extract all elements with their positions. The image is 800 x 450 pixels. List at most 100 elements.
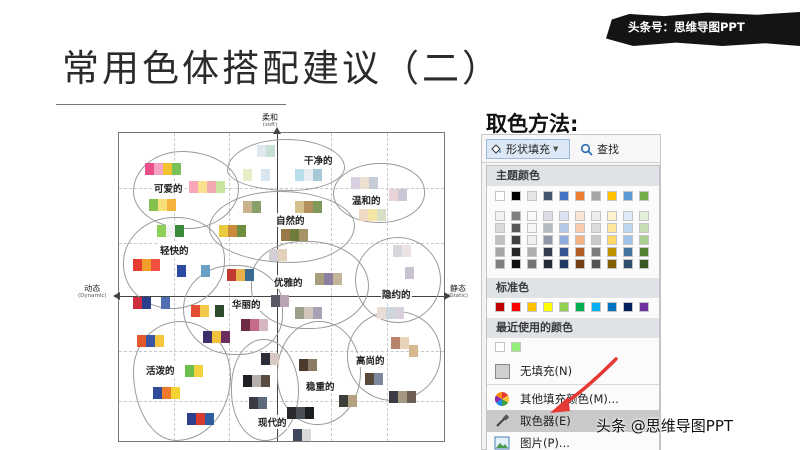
color-cell[interactable] (591, 247, 601, 257)
color-cell[interactable] (639, 247, 649, 257)
color-cell[interactable] (623, 259, 633, 269)
color-swatch (261, 169, 270, 181)
color-cell[interactable] (543, 223, 553, 233)
color-cell[interactable] (639, 302, 649, 312)
color-cell[interactable] (591, 235, 601, 245)
color-cell[interactable] (623, 211, 633, 221)
color-cell[interactable] (543, 191, 553, 201)
color-cell[interactable] (511, 247, 521, 257)
color-cell[interactable] (607, 211, 617, 221)
color-cell[interactable] (527, 223, 537, 233)
color-cell[interactable] (575, 191, 585, 201)
color-cell[interactable] (607, 235, 617, 245)
color-cell[interactable] (639, 191, 649, 201)
color-swatch (133, 259, 142, 271)
color-cell[interactable] (527, 302, 537, 312)
color-cell[interactable] (559, 247, 569, 257)
color-cell[interactable] (623, 235, 633, 245)
color-swatch (295, 307, 304, 319)
color-cell[interactable] (495, 247, 505, 257)
color-cell[interactable] (607, 191, 617, 201)
color-cell[interactable] (559, 191, 569, 201)
color-cell[interactable] (527, 211, 537, 221)
color-cell[interactable] (559, 302, 569, 312)
color-cell[interactable] (543, 302, 553, 312)
author-credit: 头条 @思维导图PPT (596, 417, 734, 435)
color-swatch (359, 209, 368, 221)
swatch-row (243, 169, 270, 181)
color-cell[interactable] (623, 191, 633, 201)
color-cell[interactable] (623, 247, 633, 257)
color-cell[interactable] (575, 302, 585, 312)
color-cell[interactable] (559, 259, 569, 269)
color-cell[interactable] (495, 223, 505, 233)
color-cell[interactable] (543, 247, 553, 257)
color-cell[interactable] (527, 191, 537, 201)
color-cell[interactable] (575, 259, 585, 269)
swatch-row (243, 375, 270, 387)
color-cell[interactable] (543, 211, 553, 221)
color-cell[interactable] (495, 259, 505, 269)
color-swatch (259, 319, 268, 331)
color-cell[interactable] (639, 259, 649, 269)
color-cell[interactable] (543, 259, 553, 269)
color-cell[interactable] (495, 191, 505, 201)
color-cell[interactable] (511, 191, 521, 201)
color-swatch (281, 229, 290, 241)
color-cell[interactable] (607, 302, 617, 312)
color-swatch (167, 199, 176, 211)
color-swatch (146, 335, 155, 347)
color-cell[interactable] (575, 223, 585, 233)
color-cell[interactable] (495, 211, 505, 221)
color-swatch (149, 199, 158, 211)
color-cell[interactable] (591, 259, 601, 269)
color-cell[interactable] (495, 235, 505, 245)
color-cell[interactable] (527, 247, 537, 257)
color-swatch (187, 413, 196, 425)
color-cell[interactable] (591, 302, 601, 312)
find-button[interactable]: 查找 (576, 139, 646, 159)
color-cell[interactable] (511, 302, 521, 312)
color-cell[interactable] (559, 223, 569, 233)
color-cell[interactable] (511, 223, 521, 233)
color-cell[interactable] (607, 223, 617, 233)
group-label-natural: 自然的 (275, 213, 306, 227)
group-label-lively: 活泼的 (145, 363, 176, 377)
color-cell[interactable] (527, 259, 537, 269)
color-cell[interactable] (639, 223, 649, 233)
color-cell[interactable] (591, 223, 601, 233)
color-cell[interactable] (623, 223, 633, 233)
color-cell[interactable] (623, 302, 633, 312)
color-swatch (155, 335, 164, 347)
group-label-elegant: 优雅的 (273, 275, 304, 289)
color-cell[interactable] (511, 342, 521, 352)
color-cell[interactable] (639, 235, 649, 245)
color-cell[interactable] (607, 247, 617, 257)
shape-fill-button[interactable]: 形状填充 ▼ (486, 139, 570, 159)
color-cell[interactable] (559, 211, 569, 221)
swatch-row (133, 259, 160, 271)
color-cell[interactable] (511, 211, 521, 221)
color-swatch (395, 307, 404, 319)
color-swatch (191, 305, 200, 317)
color-cell[interactable] (591, 191, 601, 201)
swatch-row (215, 305, 224, 317)
swatch-row (293, 429, 311, 441)
color-cell[interactable] (575, 211, 585, 221)
color-swatch (280, 295, 289, 307)
color-cell[interactable] (559, 235, 569, 245)
color-cell[interactable] (495, 302, 505, 312)
color-cell[interactable] (607, 259, 617, 269)
color-cell[interactable] (591, 211, 601, 221)
color-cell[interactable] (511, 235, 521, 245)
color-cell[interactable] (511, 259, 521, 269)
color-swatch (348, 395, 357, 407)
color-swatch (201, 265, 210, 277)
color-cell[interactable] (495, 342, 505, 352)
color-cell[interactable] (575, 247, 585, 257)
color-cell[interactable] (639, 211, 649, 221)
color-cell[interactable] (575, 235, 585, 245)
color-cell[interactable] (543, 235, 553, 245)
color-cell[interactable] (527, 235, 537, 245)
color-swatch (313, 307, 322, 319)
